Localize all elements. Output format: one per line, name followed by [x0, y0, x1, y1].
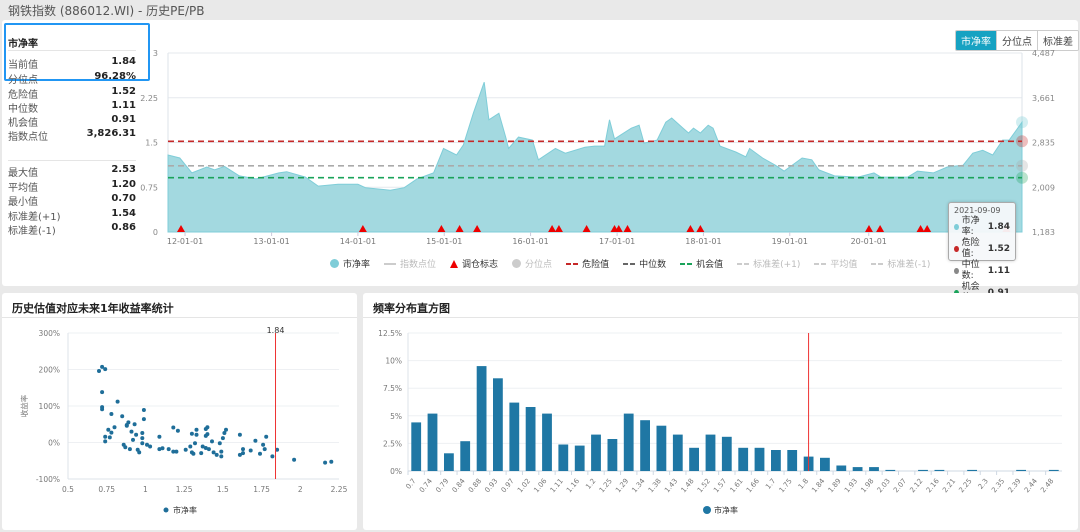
histogram-bar	[525, 407, 536, 471]
histogram-bar	[509, 402, 520, 471]
histogram-bar	[542, 413, 552, 471]
y-tick-label: 12.5%	[378, 329, 402, 338]
x-tick-label: 2.12	[908, 477, 924, 494]
x-tick-label: 0.7	[404, 477, 417, 491]
legend-dot-icon	[703, 506, 711, 514]
histogram-bar	[689, 447, 699, 471]
x-tick-label: 1.93	[843, 477, 859, 494]
x-tick-label: 0.74	[418, 477, 434, 495]
histogram-bar	[721, 436, 732, 471]
histogram-bar	[558, 444, 569, 471]
histogram-bar	[820, 457, 830, 471]
x-tick-label: 1.52	[696, 477, 712, 494]
x-tick-label: 0.79	[434, 477, 450, 494]
x-tick-label: 1.11	[549, 477, 565, 494]
x-tick-label: 2.48	[1039, 477, 1055, 494]
histogram-bar	[591, 434, 601, 471]
frequency-histogram[interactable]: 12.5%10%7.5%5%2.5%0%0.7 0.74 0.79 0.84 0.88 0…	[0, 0, 1080, 532]
x-tick-label: 1.75	[778, 477, 794, 494]
histogram-bar	[476, 366, 487, 471]
histogram-bar	[607, 439, 618, 471]
histogram-bar	[918, 469, 928, 471]
x-tick-label: 2.21	[941, 477, 957, 494]
x-tick-label: 2.39	[1007, 477, 1023, 494]
x-tick-label: 1.29	[614, 477, 630, 494]
histogram-bar	[640, 420, 650, 471]
x-tick-label: 1.57	[712, 477, 728, 494]
histogram-bar	[836, 465, 847, 471]
x-tick-label: 2.35	[990, 477, 1006, 494]
histogram-bar	[460, 441, 471, 471]
y-tick-label: 5%	[390, 412, 402, 421]
x-tick-label: 1.84	[810, 477, 826, 495]
x-tick-label: 1.2	[584, 477, 597, 491]
x-tick-label: 2.3	[977, 477, 990, 491]
legend-label[interactable]: 市净率	[714, 505, 738, 515]
x-tick-label: 1.8	[797, 477, 810, 491]
histogram-bar	[1048, 469, 1059, 471]
x-tick-label: 1.7	[764, 477, 777, 491]
histogram-bar	[967, 469, 977, 471]
x-tick-label: 1.34	[630, 477, 646, 495]
x-tick-label: 2.07	[892, 477, 908, 494]
histogram-bar	[869, 467, 879, 471]
x-tick-label: 1.02	[516, 477, 532, 494]
x-tick-label: 0.88	[467, 477, 483, 494]
x-tick-label: 2.03	[876, 477, 892, 494]
histogram-bar	[852, 467, 863, 471]
x-tick-label: 1.25	[598, 477, 614, 494]
x-tick-label: 2.25	[957, 477, 973, 494]
histogram-bar	[754, 447, 765, 471]
x-tick-label: 1.38	[647, 477, 663, 494]
x-tick-label: 1.98	[859, 477, 875, 494]
histogram-bar	[427, 413, 438, 471]
x-tick-label: 2.44	[1023, 477, 1039, 495]
x-tick-label: 1.48	[680, 477, 696, 494]
x-tick-label: 1.61	[729, 477, 745, 494]
histogram-bar	[738, 447, 749, 471]
x-tick-label: 0.97	[500, 477, 516, 494]
histogram-bar	[493, 378, 503, 471]
x-tick-label: 0.93	[483, 477, 499, 494]
y-tick-label: 10%	[385, 357, 402, 366]
x-tick-label: 2.16	[925, 477, 941, 495]
histogram-bar	[1016, 469, 1026, 471]
histogram-bar	[672, 434, 683, 471]
histogram-bar	[885, 469, 896, 471]
histogram-bar	[771, 450, 781, 471]
histogram-bar	[705, 434, 716, 471]
x-tick-label: 1.66	[745, 477, 761, 495]
histogram-bar	[934, 469, 945, 471]
histogram-bar	[444, 453, 454, 471]
y-tick-label: 0%	[390, 467, 402, 476]
x-tick-label: 1.06	[532, 477, 548, 495]
y-tick-label: 2.5%	[383, 439, 402, 448]
histogram-bar	[411, 422, 422, 471]
x-tick-label: 1.89	[827, 477, 843, 494]
x-tick-label: 0.84	[451, 477, 467, 495]
x-tick-label: 1.16	[565, 477, 581, 495]
histogram-bar	[787, 450, 798, 471]
histogram-bar	[574, 445, 585, 471]
y-tick-label: 7.5%	[383, 384, 402, 393]
histogram-bar	[623, 413, 634, 471]
x-tick-label: 1.43	[663, 477, 679, 494]
histogram-bar	[656, 425, 667, 471]
